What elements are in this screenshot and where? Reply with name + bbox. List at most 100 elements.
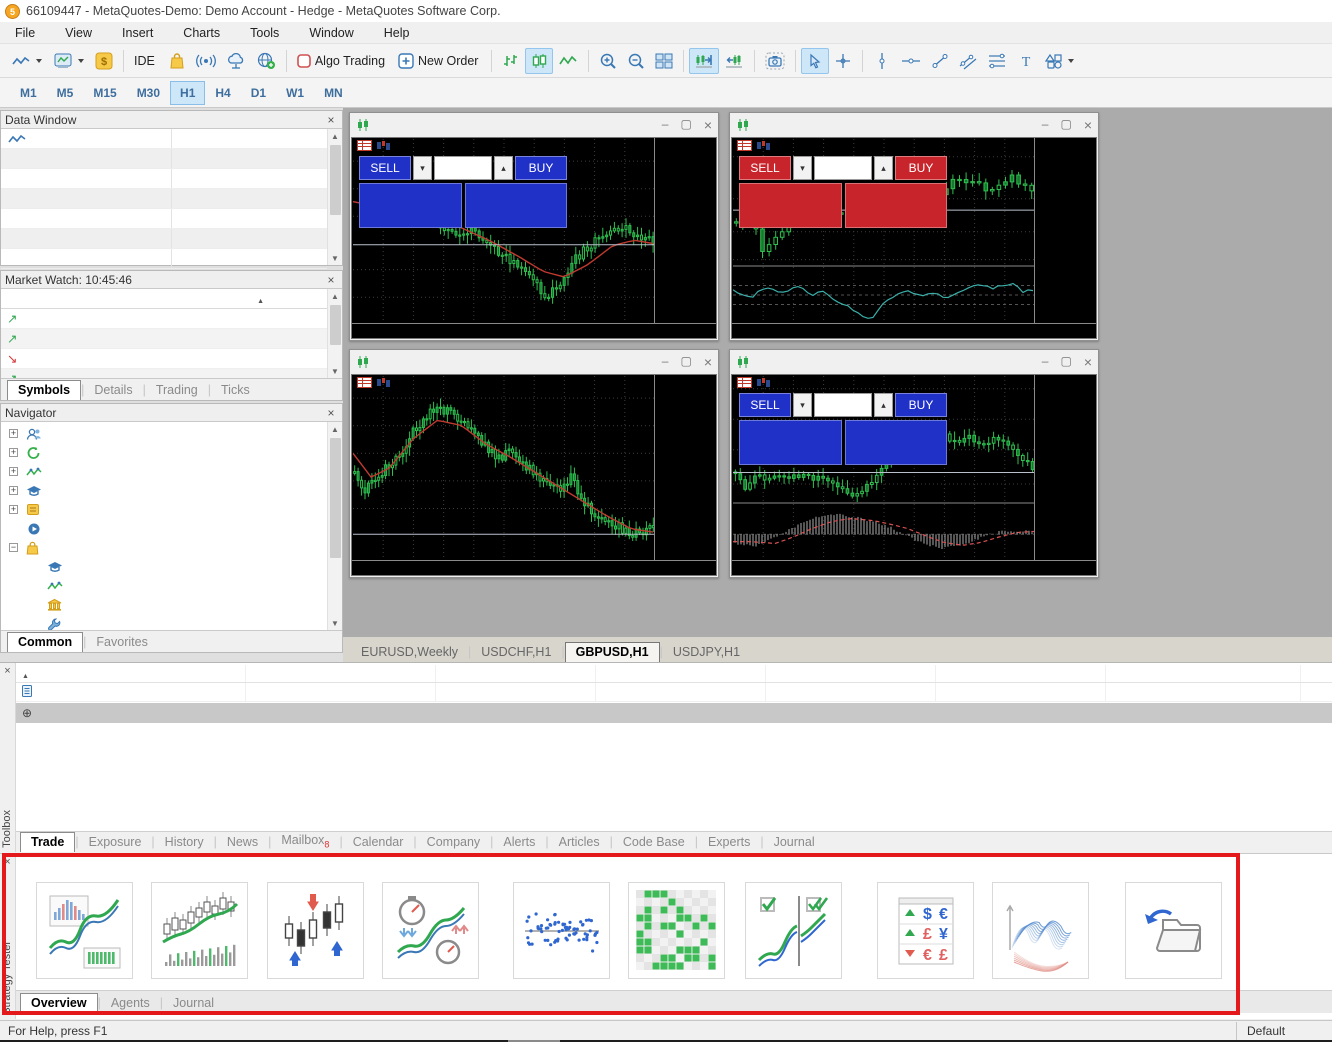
volume-increase-button[interactable]: ▴ bbox=[874, 156, 893, 180]
minimize-icon[interactable]: – bbox=[1042, 117, 1049, 133]
volume-input[interactable] bbox=[434, 156, 492, 180]
market-watch-column-headers[interactable]: ▲ bbox=[1, 289, 327, 309]
zoom-in-button[interactable] bbox=[594, 48, 622, 74]
vertical-line-tool-button[interactable] bbox=[868, 48, 896, 74]
tab-common[interactable]: Common bbox=[7, 632, 83, 652]
sell-price[interactable] bbox=[739, 420, 842, 465]
tab-trading[interactable]: Trading bbox=[146, 381, 208, 400]
chart-tab-usdjpy,h1[interactable]: USDJPY,H1 bbox=[663, 643, 750, 662]
expand-icon[interactable]: + bbox=[9, 486, 18, 495]
toolbox-tab-history[interactable]: History bbox=[155, 833, 214, 852]
menu-tools[interactable]: Tools bbox=[235, 23, 294, 43]
strategy-tester-tile-open-data[interactable] bbox=[1125, 882, 1222, 979]
menu-window[interactable]: Window bbox=[294, 23, 368, 43]
volume-decrease-button[interactable]: ▾ bbox=[793, 156, 812, 180]
close-icon[interactable]: × bbox=[0, 854, 15, 868]
toolbox-tab-company[interactable]: Company bbox=[417, 833, 491, 852]
strategy-tester-tile-scatter-cloud[interactable] bbox=[513, 882, 610, 979]
tab-ticks[interactable]: Ticks bbox=[211, 381, 260, 400]
line-chart-button[interactable] bbox=[553, 48, 583, 74]
tester-tab-overview[interactable]: Overview bbox=[20, 993, 98, 1013]
chart-tab-eurusd,weekly[interactable]: EURUSD,Weekly bbox=[351, 643, 468, 662]
chart-canvas[interactable]: SELL▾▴BUY bbox=[731, 137, 1097, 339]
shift-back-button[interactable] bbox=[719, 48, 749, 74]
strategy-tester-tile-optimization-matrix[interactable] bbox=[628, 882, 725, 979]
community-button[interactable] bbox=[251, 48, 281, 74]
close-icon[interactable]: × bbox=[704, 354, 712, 370]
scroll-up-icon[interactable]: ▲ bbox=[328, 289, 342, 303]
timeframe-m5[interactable]: M5 bbox=[47, 81, 84, 105]
chart-type-button[interactable] bbox=[6, 48, 48, 74]
screenshot-button[interactable] bbox=[760, 48, 790, 74]
menu-help[interactable]: Help bbox=[369, 23, 425, 43]
column-header-symbol[interactable]: ▲ bbox=[16, 665, 246, 682]
toolbox-tab-exposure[interactable]: Exposure bbox=[79, 833, 152, 852]
column-header-price[interactable] bbox=[936, 665, 1106, 682]
sell-button[interactable]: SELL bbox=[739, 393, 791, 417]
close-icon[interactable]: × bbox=[0, 663, 15, 677]
minimize-icon[interactable]: – bbox=[662, 354, 669, 370]
menu-file[interactable]: File bbox=[0, 23, 50, 43]
navigator-item-accounts[interactable]: + bbox=[1, 424, 327, 443]
menu-view[interactable]: View bbox=[50, 23, 107, 43]
timeframe-h1[interactable]: H1 bbox=[170, 81, 205, 105]
toolbox-tab-trade[interactable]: Trade bbox=[20, 832, 75, 852]
shift-end-button[interactable] bbox=[689, 48, 719, 74]
strategy-tester-tile-surface-3d[interactable] bbox=[992, 882, 1089, 979]
trendline-tool-button[interactable] bbox=[926, 48, 954, 74]
timeframe-h4[interactable]: H4 bbox=[205, 81, 240, 105]
market-watch-row-gbpusd[interactable]: ↘ bbox=[1, 349, 327, 369]
sort-ascending-icon[interactable]: ▲ bbox=[257, 298, 264, 305]
navigator-scrollbar[interactable]: ▲ ▼ bbox=[327, 422, 342, 630]
symbols-button[interactable]: $ bbox=[90, 48, 118, 74]
bar-chart-button[interactable] bbox=[497, 48, 525, 74]
buy-button[interactable]: BUY bbox=[895, 156, 947, 180]
scroll-down-icon[interactable]: ▼ bbox=[328, 364, 342, 378]
volume-input[interactable] bbox=[814, 156, 872, 180]
navigator-item-indicators[interactable] bbox=[1, 576, 327, 595]
strategy-tester-tile-currency-table[interactable]: $€£¥€£ bbox=[877, 882, 974, 979]
channel-tool-button[interactable] bbox=[954, 48, 982, 74]
chart-window-titlebar[interactable]: –▢× bbox=[730, 113, 1098, 136]
market-watch-row-eurusd[interactable]: ↗ bbox=[1, 329, 327, 349]
tile-windows-button[interactable] bbox=[650, 48, 678, 74]
horizontal-line-tool-button[interactable] bbox=[896, 48, 926, 74]
tester-tab-agents[interactable]: Agents bbox=[101, 994, 160, 1013]
navigator-item-experts[interactable] bbox=[1, 557, 327, 576]
menu-insert[interactable]: Insert bbox=[107, 23, 168, 43]
toolbox-tab-experts[interactable]: Experts bbox=[698, 833, 760, 852]
chart-window-titlebar[interactable]: –▢× bbox=[730, 350, 1098, 373]
tab-favorites[interactable]: Favorites bbox=[86, 633, 157, 652]
minimize-icon[interactable]: – bbox=[1042, 354, 1049, 370]
new-chart-button[interactable] bbox=[48, 48, 90, 74]
scroll-down-icon[interactable]: ▼ bbox=[328, 251, 342, 265]
chart-canvas[interactable] bbox=[351, 374, 717, 576]
ide-button[interactable]: IDE bbox=[129, 48, 163, 74]
close-icon[interactable]: × bbox=[704, 117, 712, 133]
chart-window-usdjpy-h1[interactable]: –▢×SELL▾▴BUY bbox=[729, 349, 1099, 578]
expand-icon[interactable]: + bbox=[9, 467, 18, 476]
column-header-time[interactable] bbox=[436, 665, 596, 682]
column-header-volume[interactable] bbox=[766, 665, 936, 682]
toolbox-tab-code-base[interactable]: Code Base bbox=[613, 833, 695, 852]
shapes-tool-button[interactable] bbox=[1040, 48, 1080, 74]
collapse-icon[interactable]: − bbox=[9, 543, 18, 552]
chart-canvas[interactable]: SELL▾▴BUY bbox=[351, 137, 717, 339]
maximize-icon[interactable]: ▢ bbox=[1060, 117, 1071, 133]
toolbox-tab-calendar[interactable]: Calendar bbox=[343, 833, 414, 852]
timeframe-d1[interactable]: D1 bbox=[241, 81, 276, 105]
menu-charts[interactable]: Charts bbox=[168, 23, 235, 43]
sort-ascending-icon[interactable]: ▲ bbox=[22, 673, 29, 680]
maximize-icon[interactable]: ▢ bbox=[680, 354, 691, 370]
market-button[interactable] bbox=[163, 48, 191, 74]
toolbox-tab-alerts[interactable]: Alerts bbox=[493, 833, 545, 852]
close-icon[interactable]: × bbox=[324, 273, 338, 287]
chart-window-eurusd-weekly[interactable]: –▢×SELL▾▴BUY bbox=[349, 112, 719, 341]
column-header-sl[interactable] bbox=[1106, 665, 1301, 682]
strategy-tester-tile-trade-signals[interactable] bbox=[267, 882, 364, 979]
navigator-item-market[interactable]: − bbox=[1, 538, 327, 557]
text-tool-button[interactable]: T bbox=[1012, 48, 1040, 74]
timeframe-w1[interactable]: W1 bbox=[276, 81, 314, 105]
chart-tab-usdchf,h1[interactable]: USDCHF,H1 bbox=[471, 643, 561, 662]
buy-price[interactable] bbox=[845, 183, 948, 228]
